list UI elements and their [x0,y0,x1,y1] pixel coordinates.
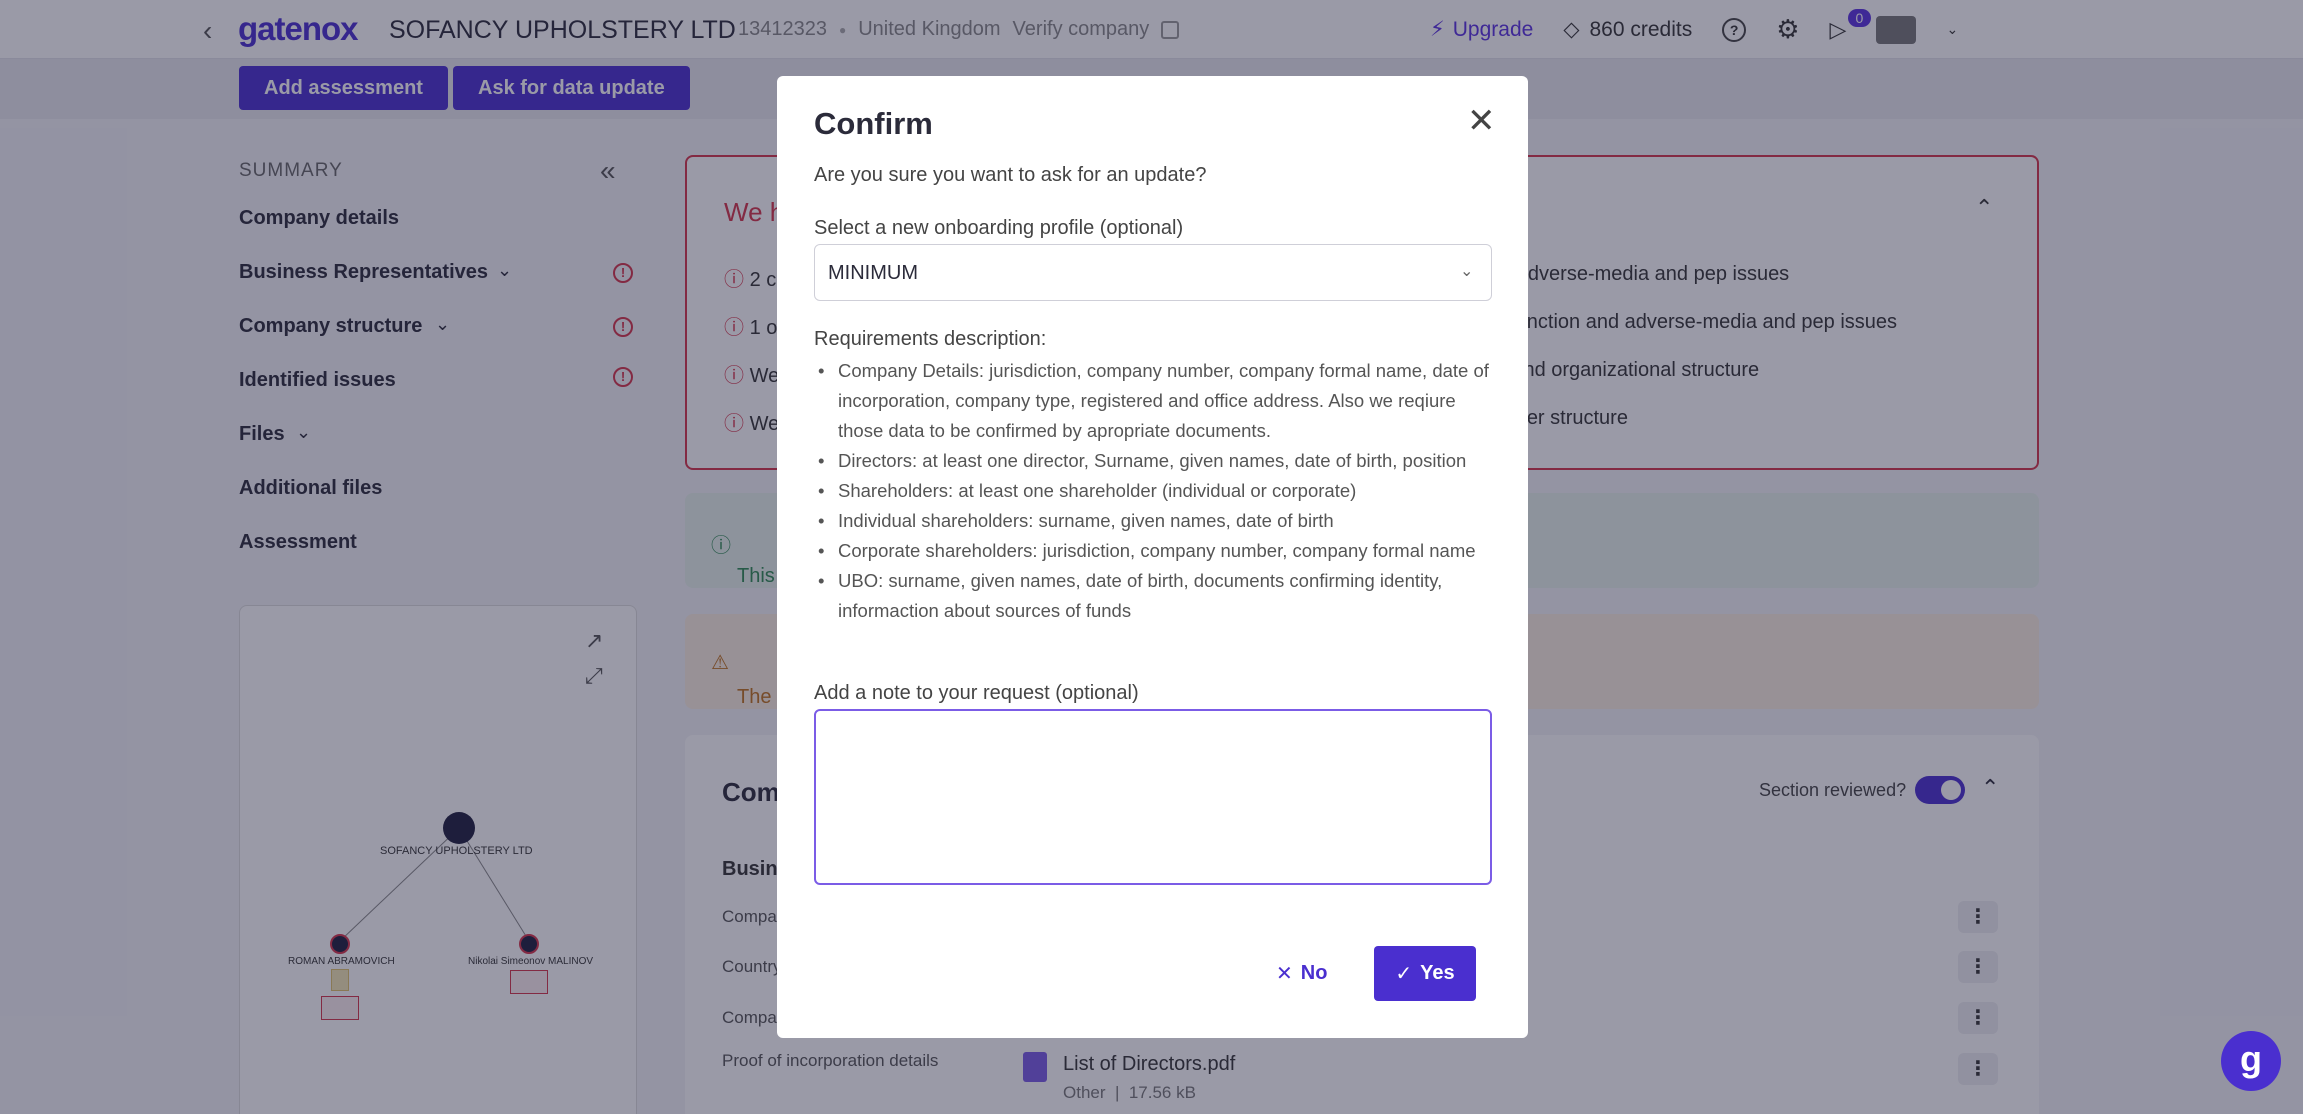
onboarding-profile-select[interactable]: MINIMUM ⌄ [814,244,1492,301]
yes-button[interactable]: ✓ Yes [1374,946,1476,1001]
dialog-question: Are you sure you want to ask for an upda… [814,164,1207,186]
close-icon: ✕ [1276,963,1293,985]
dialog-title: Confirm [814,106,933,141]
requirement-item: Company Details: jurisdiction, company n… [814,356,1504,446]
close-icon[interactable]: ✕ [1467,104,1496,138]
onboarding-profile-label: Select a new onboarding profile (optiona… [814,217,1184,239]
yes-label: Yes [1420,962,1455,984]
requirement-item: Corporate shareholders: jurisdiction, co… [814,536,1504,566]
check-icon: ✓ [1395,963,1413,985]
requirements-list: Company Details: jurisdiction, company n… [814,356,1504,626]
confirm-dialog: Confirm ✕ Are you sure you want to ask f… [777,76,1528,1038]
no-label: No [1300,962,1328,984]
requirement-item: UBO: surname, given names, date of birth… [814,566,1504,626]
requirement-item: Directors: at least one director, Surnam… [814,446,1504,476]
chat-widget-button[interactable]: g [2221,1031,2281,1091]
select-value: MINIMUM [828,262,918,284]
requirement-item: Shareholders: at least one shareholder (… [814,476,1504,506]
requirements-title: Requirements description: [814,328,1047,350]
no-button[interactable]: ✕ No [1262,946,1341,1001]
note-label: Add a note to your request (optional) [814,682,1139,704]
note-textarea[interactable] [814,709,1492,885]
requirement-item: Individual shareholders: surname, given … [814,506,1504,536]
chevron-down-icon: ⌄ [1460,263,1474,280]
